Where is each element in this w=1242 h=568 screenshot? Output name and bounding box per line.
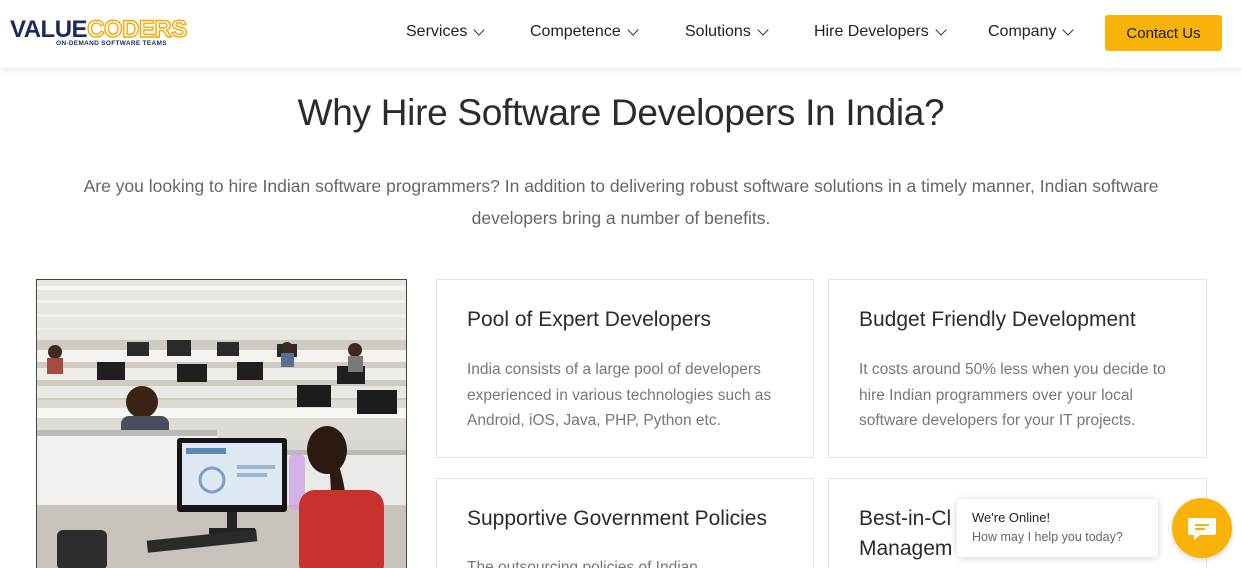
nav-competence-label: Competence: [530, 23, 621, 40]
card-title: Best-in-Cl Managem: [859, 504, 952, 564]
nav-hire-developers-label: Hire Developers: [814, 23, 929, 40]
section-title: Why Hire Software Developers In India?: [297, 92, 945, 133]
chat-online-text: We're Online!: [972, 510, 1051, 525]
section-intro: Are you looking to hire Indian software …: [83, 176, 1159, 228]
nav-services-label: Services: [406, 23, 468, 40]
card-title: Budget Friendly Development: [859, 308, 1136, 331]
nav-services[interactable]: Services: [406, 23, 486, 41]
card-text: The outsourcing policies of Indian: [467, 559, 698, 568]
card-government-policies: Supportive Government Policies The outso…: [436, 478, 814, 568]
chat-greeting-bubble[interactable]: We're Online! How may I help you today?: [957, 499, 1158, 557]
card-title-line2: Managem: [859, 537, 953, 560]
contact-us-button[interactable]: Contact Us: [1105, 15, 1222, 51]
nav-company[interactable]: Company: [988, 23, 1075, 41]
nav-solutions-label: Solutions: [685, 23, 751, 40]
card-title-line1: Best-in-Cl: [859, 507, 952, 530]
card-title: Pool of Expert Developers: [467, 308, 711, 331]
card-expert-developers: Pool of Expert Developers India consists…: [436, 279, 814, 458]
nav-competence[interactable]: Competence: [530, 23, 639, 41]
chat-help-text: How may I help you today?: [972, 530, 1123, 544]
logo-wordmark: VALUECODERS: [10, 16, 188, 43]
nav-solutions[interactable]: Solutions: [685, 23, 769, 41]
logo-value-text: VALUE: [10, 16, 88, 43]
card-text: India consists of a large pool of develo…: [467, 361, 772, 429]
chat-launcher-button[interactable]: [1172, 498, 1232, 558]
nav-company-label: Company: [988, 23, 1057, 40]
chevron-down-icon: [473, 24, 486, 36]
card-budget-friendly: Budget Friendly Development It costs aro…: [828, 279, 1207, 458]
office-photo: [36, 279, 407, 568]
card-text: It costs around 50% less when you decide…: [859, 361, 1166, 429]
chevron-down-icon: [757, 24, 769, 36]
chevron-down-icon: [1062, 24, 1075, 36]
office-photo-illustration: [37, 280, 406, 568]
logo-tagline: ON-DEMAND SOFTWARE TEAMS: [56, 40, 167, 47]
valuecoders-logo[interactable]: VALUECODERS ON-DEMAND SOFTWARE TEAMS: [10, 16, 188, 52]
logo-coders-text: CODERS: [86, 16, 188, 43]
chevron-down-icon: [935, 24, 947, 36]
nav-hire-developers[interactable]: Hire Developers: [814, 23, 947, 41]
card-title: Supportive Government Policies: [467, 507, 767, 530]
contact-us-label: Contact Us: [1126, 24, 1201, 42]
site-header: VALUECODERS ON-DEMAND SOFTWARE TEAMS Ser…: [0, 0, 1242, 68]
chevron-down-icon: [627, 24, 639, 36]
chat-bubble-icon: [1188, 518, 1216, 540]
